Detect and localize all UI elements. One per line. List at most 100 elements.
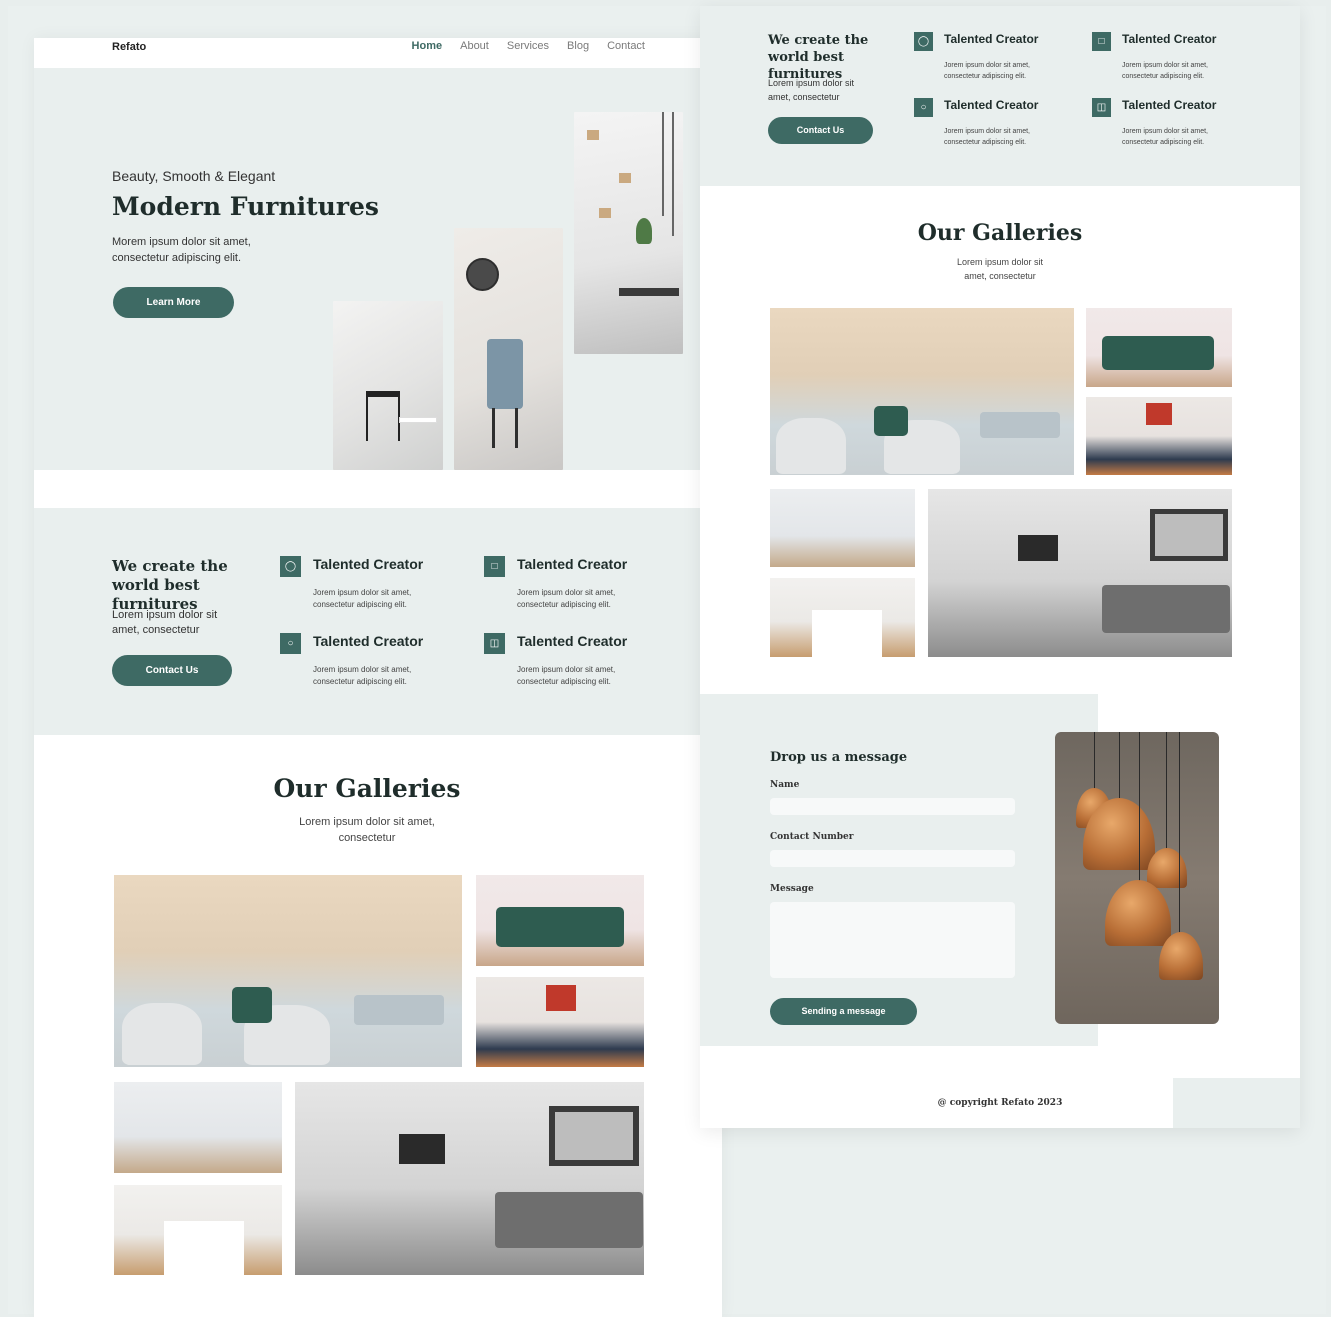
bookmark-icon: □: [1092, 32, 1111, 51]
feature-title: Talented Creator: [1122, 98, 1217, 112]
feature-text: Jorem ipsum dolor sit amet, consectetur …: [313, 665, 412, 686]
contact-section: [700, 694, 1098, 1046]
copyright-text: @ copyright Refato 2023: [937, 1098, 1063, 1108]
lamp-cord: [1119, 732, 1120, 802]
contact-number-input[interactable]: [770, 850, 1015, 867]
lamp-cord: [1166, 732, 1167, 850]
sofa-shape: [495, 1192, 643, 1248]
artwork-shape: [546, 985, 576, 1011]
top-nav: Refato Home About Services Blog Contact: [34, 38, 700, 68]
hero-subtitle: Beauty, Smooth & Elegant: [112, 168, 276, 184]
name-label: Name: [770, 780, 800, 790]
gallery-photo-living-room[interactable]: [114, 875, 462, 1067]
hero-text: Morem ipsum dolor sit amet, consectetur …: [112, 236, 251, 264]
feature-title: Talented Creator: [944, 98, 1039, 112]
shield-icon: ○: [914, 98, 933, 117]
gallery-photo-bedroom[interactable]: [476, 977, 644, 1067]
brand-logo[interactable]: Refato: [112, 41, 146, 53]
island-shape: [812, 610, 882, 657]
sofa-shape: [1102, 336, 1214, 370]
gallery-title: Our Galleries: [273, 774, 461, 803]
feature-title: Talented Creator: [517, 633, 628, 649]
feature-title: Talented Creator: [944, 32, 1039, 46]
message-textarea[interactable]: [770, 902, 1015, 978]
about-section: We create the world best furnitures Lore…: [34, 508, 700, 735]
plant-shape: [636, 218, 652, 244]
nav-about[interactable]: About: [460, 40, 489, 52]
armchair-shape: [776, 418, 846, 474]
feature-text: Jorem ipsum dolor sit amet, consectetur …: [944, 62, 1030, 80]
shelf-shape: [619, 173, 631, 183]
message-label: Message: [770, 884, 814, 894]
feature-title: Talented Creator: [1122, 32, 1217, 46]
nav-contact[interactable]: Contact: [607, 40, 645, 52]
feature-text: Jorem ipsum dolor sit amet, consectetur …: [944, 128, 1030, 146]
award-icon: ◯: [280, 556, 301, 577]
about-section: We create the world best furnitures Lore…: [700, 6, 1300, 186]
contact-us-button[interactable]: Contact Us: [768, 117, 873, 144]
hero-title: Modern Furnitures: [112, 192, 379, 221]
gallery-photo-green-sofa[interactable]: [476, 875, 644, 966]
nav-blog[interactable]: Blog: [567, 40, 589, 52]
lamp-shade-shape: [1147, 848, 1187, 888]
nav-menu: Home About Services Blog Contact: [412, 40, 645, 52]
feature-title: Talented Creator: [313, 633, 424, 649]
nav-services[interactable]: Services: [507, 40, 549, 52]
table-shape: [400, 418, 436, 422]
island-shape: [164, 1221, 244, 1275]
gallery-photo-green-sofa[interactable]: [1086, 308, 1232, 387]
bookmark-icon: □: [484, 556, 505, 577]
shelf-shape: [587, 130, 599, 140]
about-text: Lorem ipsum dolor sit amet, consectetur: [768, 78, 855, 102]
sofa-shape: [354, 995, 444, 1025]
table-shape: [619, 288, 679, 296]
hero-photo-dining: [574, 112, 683, 354]
gallery-photo-bathroom[interactable]: [770, 489, 915, 567]
contact-number-label: Contact Number: [770, 832, 854, 842]
hero-section: Beauty, Smooth & Elegant Modern Furnitur…: [34, 68, 700, 470]
tv-shape: [399, 1134, 445, 1164]
lamp-cord: [1139, 732, 1140, 882]
gallery-photo-living-room[interactable]: [770, 308, 1074, 475]
about-title: We create the world best furnitures: [112, 557, 228, 613]
learn-more-button[interactable]: Learn More: [113, 287, 234, 318]
book-icon: ◫: [1092, 98, 1111, 117]
clock-icon: [466, 258, 499, 291]
mirror-shape: [1150, 509, 1228, 561]
book-icon: ◫: [484, 633, 505, 654]
gallery-photo-lounge[interactable]: [928, 489, 1232, 657]
armchair-shape: [122, 1003, 202, 1065]
gallery-text: Lorem ipsum dolor sit amet, consectetur: [299, 816, 435, 844]
gallery-title: Our Galleries: [917, 220, 1083, 246]
green-chair-shape: [232, 987, 272, 1023]
chair-shape: [366, 391, 400, 441]
lamp-cord: [1094, 732, 1095, 792]
sofa-shape: [980, 412, 1060, 438]
feature-text: Jorem ipsum dolor sit amet, consectetur …: [517, 665, 616, 686]
gallery-photo-kitchen[interactable]: [114, 1185, 282, 1275]
gallery-photo-lounge[interactable]: [295, 1082, 644, 1275]
feature-text: Jorem ipsum dolor sit amet, consectetur …: [517, 588, 616, 609]
contact-us-button[interactable]: Contact Us: [112, 655, 232, 686]
mirror-shape: [549, 1106, 639, 1166]
gallery-photo-bathroom[interactable]: [114, 1082, 282, 1173]
send-message-button[interactable]: Sending a message: [770, 998, 917, 1025]
tv-shape: [1018, 535, 1058, 561]
lamp-cord: [1179, 732, 1180, 934]
sofa-shape: [1102, 585, 1230, 633]
artwork-shape: [1146, 403, 1172, 425]
lamp-shade-shape: [1105, 880, 1171, 946]
feature-title: Talented Creator: [517, 556, 628, 572]
lamp-cord-shape: [662, 112, 664, 216]
shelf-shape: [599, 208, 611, 218]
nav-home[interactable]: Home: [412, 40, 443, 52]
contact-form-title: Drop us a message: [770, 750, 908, 765]
gallery-photo-kitchen[interactable]: [770, 578, 915, 657]
lamp-cord-shape: [672, 112, 674, 236]
feature-text: Jorem ipsum dolor sit amet, consectetur …: [1122, 128, 1208, 146]
gallery-photo-bedroom[interactable]: [1086, 397, 1232, 475]
pendant-lamps-photo: [1055, 732, 1219, 1024]
landing-page-preview: Refato Home About Services Blog Contact …: [34, 38, 722, 1317]
chair-legs-shape: [492, 408, 518, 448]
name-input[interactable]: [770, 798, 1015, 815]
